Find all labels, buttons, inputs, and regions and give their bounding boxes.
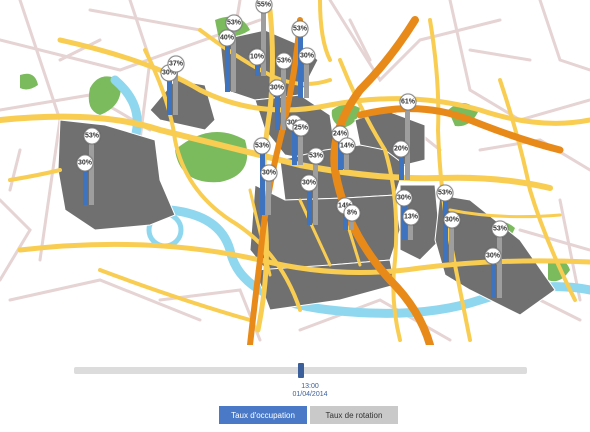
rotation-badge[interactable]: 30% (260, 164, 278, 181)
occupancy-badge[interactable]: 30% (484, 247, 502, 264)
occupancy-badge[interactable]: 30% (268, 79, 286, 96)
rotation-badge[interactable]: 53% (491, 220, 509, 238)
rotation-badge[interactable]: 13% (402, 208, 420, 226)
rotation-badge[interactable]: 8% (343, 204, 361, 222)
rotation-badge[interactable]: 53% (307, 147, 325, 165)
rotation-badge[interactable]: 25% (292, 119, 310, 137)
occupancy-badge[interactable]: 53% (436, 184, 454, 202)
rotation-badge[interactable]: 53% (275, 52, 293, 70)
rotation-badge[interactable]: 37% (167, 55, 185, 73)
timeline-handle[interactable] (297, 363, 304, 378)
occupancy-badge[interactable]: 53% (253, 137, 271, 155)
city-map[interactable]: 30%53%30%37%40%53%10%55%30%53%53%30%30%2… (0, 0, 590, 345)
occupancy-badge[interactable]: 53% (291, 20, 309, 38)
occupancy-badge[interactable]: 20% (392, 140, 410, 158)
occupancy-badge[interactable]: 40% (218, 29, 236, 47)
rotation-badge[interactable]: 30% (298, 47, 316, 64)
rotation-badge[interactable]: 30% (443, 211, 461, 228)
rotation-badge[interactable]: 53% (83, 127, 101, 145)
tab-rotation-rate[interactable]: Taux de rotation (310, 406, 398, 424)
occupancy-badge[interactable]: 10% (248, 48, 266, 65)
occupancy-badge[interactable]: 30% (300, 174, 318, 191)
rotation-badge[interactable]: 14% (338, 137, 356, 155)
rotation-badge[interactable]: 61% (399, 93, 417, 111)
tab-occupancy-rate[interactable]: Taux d'occupation (219, 406, 307, 424)
rotation-badge[interactable]: 53% (225, 14, 243, 32)
timeline-time: 13:00 (301, 383, 319, 390)
timeline-date: 01/04/2014 (292, 391, 328, 398)
zone-badges: 30%53%30%37%40%53%10%55%30%53%53%30%30%2… (0, 0, 590, 345)
occupancy-badge[interactable]: 30% (76, 154, 94, 171)
rotation-badge[interactable]: 55% (255, 0, 273, 14)
timeline-slider[interactable] (74, 363, 527, 378)
occupancy-badge[interactable]: 30% (395, 189, 413, 206)
